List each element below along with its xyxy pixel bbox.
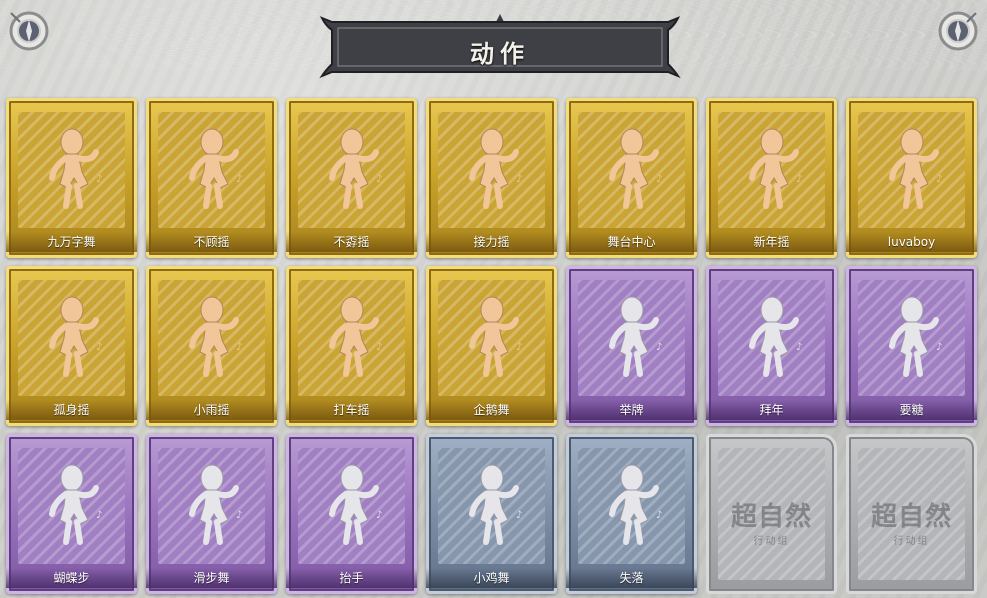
locked-emote-card[interactable]: 超自然 行动组	[846, 434, 977, 594]
crawling-figure-icon: ♪	[596, 458, 668, 546]
emote-card-label: 舞台中心	[566, 232, 697, 252]
dance-figure-icon: ♪	[316, 122, 388, 210]
raise-hand-figure-icon: ♪	[316, 458, 388, 546]
compass-ornament-icon	[935, 8, 981, 54]
dance-figure-icon: ♪	[736, 122, 808, 210]
dance-figure-icon: ♪	[176, 290, 248, 378]
sign-holding-figure-icon: ♪	[596, 290, 668, 378]
emote-card-label: 九万字舞	[6, 232, 137, 252]
svg-text:♪: ♪	[796, 174, 802, 185]
emote-card-label: 新年摇	[706, 232, 837, 252]
emote-card-label: 企鹅舞	[426, 400, 557, 420]
emote-card[interactable]: ♪ 拜年	[706, 266, 837, 426]
emote-card[interactable]: ♪ 打车摇	[286, 266, 417, 426]
svg-text:♪: ♪	[516, 342, 522, 353]
emote-card[interactable]: ♪ 要糖	[846, 266, 977, 426]
svg-text:♪: ♪	[96, 510, 102, 521]
svg-text:♪: ♪	[936, 342, 942, 353]
emote-card[interactable]: ♪ 舞台中心	[566, 98, 697, 258]
compass-ornament-icon	[6, 8, 52, 54]
svg-text:♪: ♪	[236, 510, 242, 521]
dance-figure-icon: ♪	[176, 458, 248, 546]
svg-text:♪: ♪	[236, 174, 242, 185]
reaching-figure-icon: ♪	[876, 290, 948, 378]
svg-text:♪: ♪	[376, 342, 382, 353]
page-title: 动作	[470, 40, 530, 68]
emote-card-label: 打车摇	[286, 400, 417, 420]
emote-card-label: luvaboy	[846, 232, 977, 252]
dance-figure-icon: ♪	[316, 290, 388, 378]
dance-figure-icon: ♪	[596, 122, 668, 210]
emote-card[interactable]: ♪ 九万字舞	[6, 98, 137, 258]
emote-card[interactable]: ♪ 不孬摇	[286, 98, 417, 258]
emote-card[interactable]: ♪ 小鸡舞	[426, 434, 557, 594]
watermark-logo: 超自然	[870, 502, 952, 532]
svg-text:♪: ♪	[376, 174, 382, 185]
emote-card-label: 不顾摇	[146, 232, 277, 252]
emote-card-label: 滑步舞	[146, 568, 277, 588]
emote-card-label: 不孬摇	[286, 232, 417, 252]
emote-card[interactable]: ♪ 孤身摇	[6, 266, 137, 426]
watermark-logo: 超自然	[730, 502, 812, 532]
emote-card-label: 举牌	[566, 400, 697, 420]
pointing-figure-icon: ♪	[36, 458, 108, 546]
svg-text:♪: ♪	[516, 174, 522, 185]
svg-text:♪: ♪	[96, 174, 102, 185]
dance-figure-icon: ♪	[456, 290, 528, 378]
emote-card[interactable]: ♪ 新年摇	[706, 98, 837, 258]
dance-figure-icon: ♪	[176, 122, 248, 210]
emote-card-label: 接力摇	[426, 232, 557, 252]
dance-figure-icon: ♪	[36, 290, 108, 378]
emote-card-label: 拜年	[706, 400, 837, 420]
emote-card[interactable]: ♪ 不顾摇	[146, 98, 277, 258]
emote-card-label: 要糖	[846, 400, 977, 420]
bowing-figure-icon: ♪	[736, 290, 808, 378]
emote-card-label: 小雨摇	[146, 400, 277, 420]
svg-text:♪: ♪	[376, 510, 382, 521]
emote-card-label: 失落	[566, 568, 697, 588]
dance-figure-icon: ♪	[876, 122, 948, 210]
svg-text:♪: ♪	[96, 342, 102, 353]
chicken-dance-figure-icon: ♪	[456, 458, 528, 546]
emote-card-label: 抬手	[286, 568, 417, 588]
emote-card-label: 蝴蝶步	[6, 568, 137, 588]
svg-text:♪: ♪	[656, 174, 662, 185]
svg-text:♪: ♪	[936, 174, 942, 185]
emote-grid: ♪ 九万字舞 ♪ 不顾摇 ♪ 不孬摇 ♪ 接力摇 ♪ 舞台中心 ♪ 新年摇 ♪ …	[6, 98, 977, 594]
emote-card[interactable]: ♪ 滑步舞	[146, 434, 277, 594]
emote-card[interactable]: ♪ 抬手	[286, 434, 417, 594]
emote-card[interactable]: ♪ luvaboy	[846, 98, 977, 258]
emote-card[interactable]: ♪ 企鹅舞	[426, 266, 557, 426]
emote-card-label: 孤身摇	[6, 400, 137, 420]
svg-text:♪: ♪	[236, 342, 242, 353]
emote-card-label: 小鸡舞	[426, 568, 557, 588]
locked-emote-card[interactable]: 超自然 行动组	[706, 434, 837, 594]
emote-card[interactable]: ♪ 失落	[566, 434, 697, 594]
dance-figure-icon: ♪	[36, 122, 108, 210]
dance-figure-icon: ♪	[456, 122, 528, 210]
svg-text:♪: ♪	[796, 342, 802, 353]
svg-text:♪: ♪	[516, 510, 522, 521]
watermark-subtitle: 行动组	[893, 536, 930, 547]
emote-card[interactable]: ♪ 接力摇	[426, 98, 557, 258]
svg-text:♪: ♪	[656, 510, 662, 521]
title-banner: 动作	[318, 12, 682, 80]
emote-card[interactable]: ♪ 蝴蝶步	[6, 434, 137, 594]
svg-text:♪: ♪	[656, 342, 662, 353]
emote-card[interactable]: ♪ 小雨摇	[146, 266, 277, 426]
emote-card[interactable]: ♪ 举牌	[566, 266, 697, 426]
watermark-subtitle: 行动组	[753, 536, 790, 547]
